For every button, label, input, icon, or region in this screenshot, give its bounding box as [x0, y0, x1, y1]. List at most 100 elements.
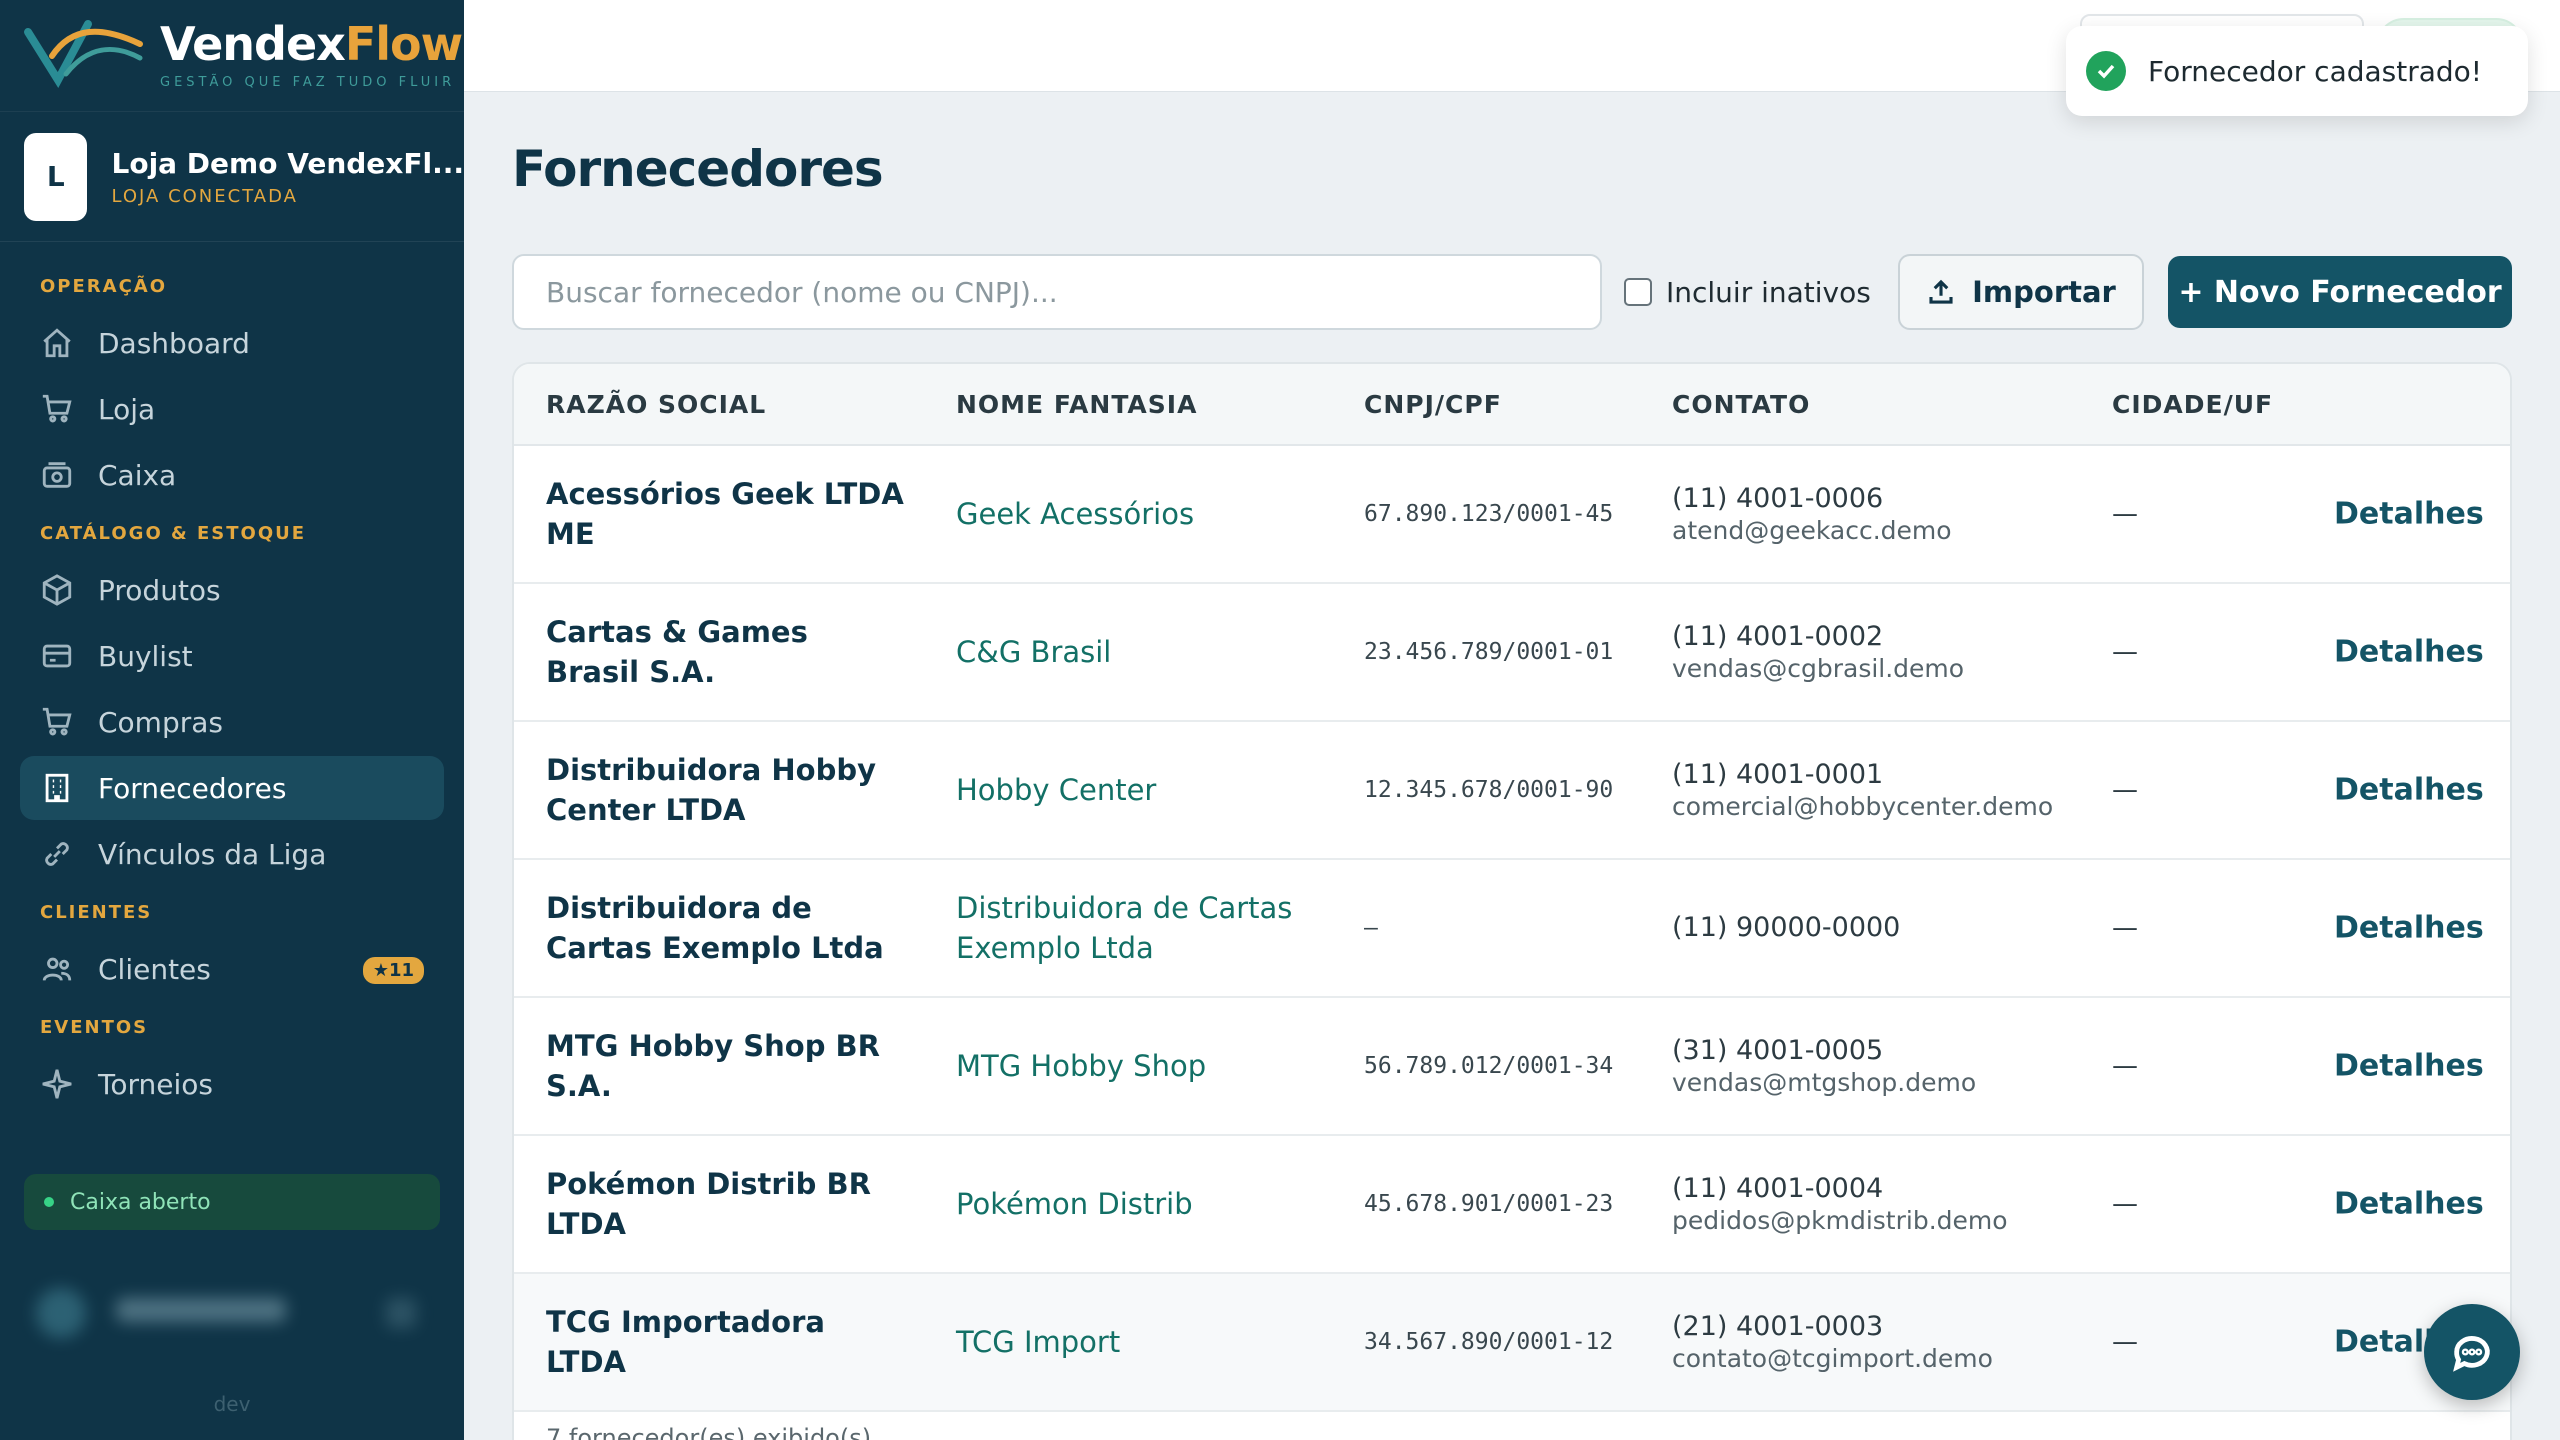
details-link[interactable]: Detalhes: [2334, 911, 2484, 946]
contact-phone: (11) 4001-0006: [1672, 483, 1884, 514]
sidebar-item-torneios[interactable]: Torneios: [20, 1052, 444, 1116]
details-link[interactable]: Detalhes: [2334, 497, 2484, 532]
cidade-uf-cell: —: [2112, 1189, 2138, 1219]
nome-fantasia-cell: TCG Import: [956, 1325, 1121, 1359]
table-row[interactable]: Cartas & Games Brasil S.A. C&G Brasil 23…: [514, 584, 2510, 722]
contato-cell: (11) 4001-0006 atend@geekacc.demo: [1672, 482, 2092, 546]
wallet-icon: [40, 639, 74, 673]
nav-section-title: EVENTOS: [40, 1017, 149, 1038]
success-toast[interactable]: Fornecedor cadastrado!: [2066, 26, 2528, 116]
table-row[interactable]: Distribuidora de Cartas Exemplo Ltda Dis…: [514, 860, 2510, 998]
sidebar-item-label: Dashboard: [98, 326, 250, 360]
sparkle-icon: [40, 1067, 74, 1101]
user-profile-blurred[interactable]: [26, 1278, 426, 1348]
store-name: Loja Demo VendexFl...: [111, 146, 464, 180]
sidebar-item-label: Buylist: [98, 639, 193, 673]
sidebar-item-label: Torneios: [98, 1067, 213, 1101]
cnpj-cell: 34.567.890/0001-12: [1364, 1329, 1614, 1355]
store-avatar: L: [24, 132, 88, 221]
contato-cell: (31) 4001-0005 vendas@mtgshop.demo: [1672, 1034, 2092, 1098]
table-row[interactable]: Acessórios Geek LTDA ME Geek Acessórios …: [514, 446, 2510, 584]
chat-bubble-icon: [2453, 1336, 2490, 1372]
contact-phone: (11) 4001-0001: [1672, 759, 1884, 790]
nome-fantasia-cell: C&G Brasil: [956, 635, 1112, 669]
new-supplier-button[interactable]: + Novo Fornecedor: [2168, 256, 2512, 328]
cnpj-cell: 56.789.012/0001-34: [1364, 1053, 1614, 1079]
razao-social-cell: Acessórios Geek LTDA ME: [546, 477, 904, 551]
razao-social-cell: Pokémon Distrib BR LTDA: [546, 1167, 871, 1241]
razao-social-cell: Distribuidora de Cartas Exemplo Ltda: [546, 891, 884, 965]
contact-email: contato@tcgimport.demo: [1672, 1344, 1993, 1373]
sidebar-item-compras[interactable]: Compras: [20, 690, 444, 754]
contact-email: vendas@mtgshop.demo: [1672, 1068, 1977, 1097]
page-title: Fornecedores: [512, 140, 884, 198]
contact-phone: (31) 4001-0005: [1672, 1035, 1884, 1066]
razao-social-cell: Cartas & Games Brasil S.A.: [546, 615, 808, 689]
column-header-cnpj-cpf[interactable]: CNPJ/CPF: [1364, 390, 1502, 419]
brand-name: VendexFlow: [160, 17, 463, 71]
chat-button[interactable]: [2424, 1304, 2520, 1400]
cnpj-cell: 45.678.901/0001-23: [1364, 1191, 1614, 1217]
cidade-uf-cell: —: [2112, 775, 2138, 805]
brand-tagline: GESTÃO QUE FAZ TUDO FLUIR: [160, 75, 456, 90]
contact-phone: (21) 4001-0003: [1672, 1311, 1884, 1342]
contato-cell: (11) 4001-0002 vendas@cgbrasil.demo: [1672, 620, 2092, 684]
table-row[interactable]: Pokémon Distrib BR LTDA Pokémon Distrib …: [514, 1136, 2510, 1274]
status-dot: [44, 1197, 54, 1207]
sidebar-item-vinculos-da-liga[interactable]: Vínculos da Liga: [20, 822, 444, 886]
cnpj-cell: 23.456.789/0001-01: [1364, 639, 1614, 665]
sidebar-item-clientes[interactable]: Clientes ★11: [20, 937, 444, 1001]
sidebar-item-buylist[interactable]: Buylist: [20, 624, 444, 688]
sidebar-item-dashboard[interactable]: Dashboard: [20, 311, 444, 375]
home-icon: [40, 326, 74, 360]
clientes-badge: ★11: [362, 957, 424, 984]
table-row[interactable]: Distribuidora Hobby Center LTDA Hobby Ce…: [514, 722, 2510, 860]
table-footer-count: 7 fornecedor(es) exibido(s): [546, 1424, 872, 1440]
cidade-uf-cell: —: [2112, 499, 2138, 529]
nome-fantasia-cell: Hobby Center: [956, 773, 1157, 807]
sidebar-item-label: Clientes: [98, 952, 211, 986]
cidade-uf-cell: —: [2112, 1327, 2138, 1357]
environment-label: dev: [213, 1392, 251, 1416]
sidebar-item-loja[interactable]: Loja: [20, 377, 444, 441]
include-inactive-toggle[interactable]: Incluir inativos: [1624, 272, 1871, 312]
sidebar-item-label: Compras: [98, 705, 223, 739]
sidebar-item-caixa[interactable]: Caixa: [20, 443, 444, 507]
contact-email: vendas@cgbrasil.demo: [1672, 654, 1965, 683]
details-link[interactable]: Detalhes: [2334, 635, 2484, 670]
razao-social-cell: Distribuidora Hobby Center LTDA: [546, 753, 876, 827]
cidade-uf-cell: —: [2112, 637, 2138, 667]
cnpj-cell: 12.345.678/0001-90: [1364, 777, 1614, 803]
column-header-razao-social[interactable]: RAZÃO SOCIAL: [546, 390, 766, 419]
sidebar-item-label: Vínculos da Liga: [98, 837, 327, 871]
link-icon: [40, 837, 74, 871]
brand[interactable]: VendexFlow GESTÃO QUE FAZ TUDO FLUIR: [0, 0, 464, 112]
cidade-uf-cell: —: [2112, 913, 2138, 943]
sidebar-item-label: Produtos: [98, 573, 221, 607]
table-row[interactable]: TCG Importadora LTDA TCG Import 34.567.8…: [514, 1274, 2510, 1412]
details-link[interactable]: Detalhes: [2334, 773, 2484, 808]
table-row[interactable]: MTG Hobby Shop BR S.A. MTG Hobby Shop 56…: [514, 998, 2510, 1136]
store-switcher[interactable]: L Loja Demo VendexFl... LOJA CONECTADA: [0, 112, 464, 242]
caixa-status[interactable]: Caixa aberto: [24, 1174, 440, 1230]
upload-icon: [1929, 279, 1953, 304]
column-header-nome-fantasia[interactable]: NOME FANTASIA: [956, 390, 1197, 419]
contato-cell: (11) 4001-0001 comercial@hobbycenter.demo: [1672, 758, 2092, 822]
column-header-cidade-uf[interactable]: CIDADE/UF: [2112, 390, 2273, 419]
sidebar-item-fornecedores[interactable]: Fornecedores: [20, 756, 444, 820]
cash-register-icon: [40, 458, 74, 492]
nome-fantasia-cell: Distribuidora de Cartas Exemplo Ltda: [956, 891, 1293, 965]
include-inactive-checkbox[interactable]: [1624, 278, 1652, 306]
details-link[interactable]: Detalhes: [2334, 1049, 2484, 1084]
caixa-status-label: Caixa aberto: [70, 1189, 211, 1215]
cidade-uf-cell: —: [2112, 1051, 2138, 1081]
details-link[interactable]: Detalhes: [2334, 1187, 2484, 1222]
import-button[interactable]: Importar: [1898, 254, 2144, 330]
include-inactive-label: Incluir inativos: [1666, 275, 1871, 309]
search-input[interactable]: [512, 254, 1602, 330]
cnpj-cell: —: [1364, 915, 1378, 941]
nome-fantasia-cell: Geek Acessórios: [956, 497, 1195, 531]
sidebar-item-produtos[interactable]: Produtos: [20, 558, 444, 622]
suppliers-table: RAZÃO SOCIAL NOME FANTASIA CNPJ/CPF CONT…: [512, 362, 2512, 1440]
column-header-contato[interactable]: CONTATO: [1672, 390, 1810, 419]
